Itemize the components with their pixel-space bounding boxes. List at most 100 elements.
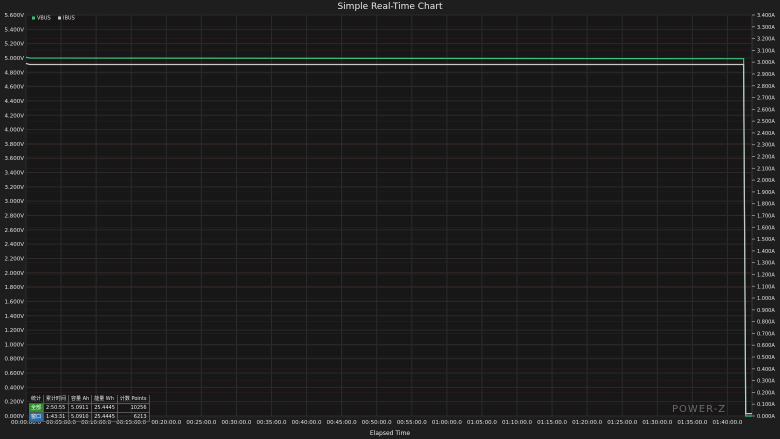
y-right-tick-label: 1.100A — [757, 284, 775, 290]
y-right-tick-label: 2.200A — [757, 155, 775, 161]
y-right-tick-label: 1.300A — [757, 261, 775, 267]
stats-cell: 5.0910 — [68, 412, 93, 422]
stats-header: 计数 Points — [117, 395, 150, 404]
stats-cell: 6213 — [117, 412, 150, 422]
x-axis-label: Elapsed Time — [370, 430, 410, 437]
y-left-tick-label: 2.600V — [4, 228, 24, 234]
y-left-tick-label: 2.800V — [4, 214, 24, 220]
y-right-tick-label: 1.900A — [757, 190, 775, 196]
y-right-tick-label: 1.200A — [757, 272, 775, 278]
y-right-tick-label: 2.000A — [757, 178, 775, 184]
x-tick-label: 01:30:00.0 — [642, 420, 672, 426]
y-left-tick-label: 3.200V — [4, 185, 24, 191]
y-left-tick-label: 3.600V — [4, 156, 24, 162]
y-right-tick-label: 2.400A — [757, 131, 775, 137]
y-left-tick-label: 4.200V — [4, 113, 24, 119]
y-left-tick-label: 5.400V — [4, 27, 24, 33]
stats-cell: 10256 — [117, 403, 150, 413]
y-left-tick-label: 0.600V — [4, 371, 24, 377]
y-right-tick-label: 1.600A — [757, 225, 775, 231]
x-tick-label: 00:50:00.0 — [362, 420, 392, 426]
y-left-tick-label: 1.400V — [4, 314, 24, 320]
y-right-tick-label: 2.900A — [757, 72, 775, 78]
y-left-tick-label: 0.400V — [4, 385, 24, 391]
y-left-tick-label: 1.200V — [4, 328, 24, 334]
chart: Simple Real-Time Chart 0.000V0.200V0.400… — [0, 0, 780, 439]
y-left-tick-label: 2.000V — [4, 271, 24, 277]
x-tick-label: 00:25:00.0 — [186, 420, 216, 426]
legend-label: VBUS — [37, 16, 51, 22]
y-right-tick-label: 3.300A — [757, 25, 775, 31]
x-tick-label: 00:40:00.0 — [292, 420, 322, 426]
y-right-tick-label: 1.500A — [757, 237, 775, 243]
stats-cell: 25.4445 — [91, 403, 118, 413]
y-right-tick-label: 1.800A — [757, 202, 775, 208]
stats-cell: 2:50:55 — [43, 403, 70, 413]
y-left-tick-label: 1.000V — [4, 342, 24, 348]
x-tick-label: 01:00:00.0 — [432, 420, 462, 426]
y-right-tick-label: 0.200A — [757, 390, 775, 396]
stats-header: 能量 Wh — [91, 395, 118, 404]
y-left-tick-label: 4.000V — [4, 128, 24, 134]
y-right-tick-label: 3.100A — [757, 48, 775, 54]
y-right-tick-label: 3.400A — [757, 13, 775, 19]
y-left-tick-label: 4.800V — [4, 70, 24, 76]
y-left-tick-label: 5.200V — [4, 42, 24, 48]
y-left-tick-label: 2.200V — [4, 256, 24, 262]
power-z-logo: POWER-Z — [672, 404, 727, 415]
stats-header: 容量 Ah — [68, 395, 93, 404]
legend-swatch — [58, 16, 61, 20]
y-right-tick-label: 1.400A — [757, 249, 775, 255]
y-right-tick-label: 2.700A — [757, 96, 775, 102]
stats-row-label: 全部 — [29, 403, 44, 413]
y-left-tick-label: 1.800V — [4, 285, 24, 291]
stats-row: 窗口 1:43:31 5.0910 25.4445 6213 — [29, 412, 150, 422]
stats-row: 全部 2:50:55 5.0911 25.4445 10256 — [29, 403, 150, 413]
x-tick-label: 01:40:00.0 — [712, 420, 742, 426]
y-right-tick-label: 2.500A — [757, 119, 775, 125]
y-left-tick-label: 4.600V — [4, 85, 24, 91]
x-tick-label: 01:25:00.0 — [607, 420, 637, 426]
stats-table: 统计 累计时间 容量 Ah 能量 Wh 计数 Points 全部 2:50:55… — [29, 395, 150, 422]
y-right-tick-label: 0.700A — [757, 331, 775, 337]
y-left-tick-label: 4.400V — [4, 99, 24, 105]
y-left-tick-label: 1.600V — [4, 299, 24, 305]
y-right-tick-label: 2.100A — [757, 166, 775, 172]
y-right-tick-label: 2.600A — [757, 107, 775, 113]
x-tick-label: 00:30:00.0 — [221, 420, 251, 426]
stats-cell: 25.4445 — [91, 412, 118, 422]
x-tick-label: 01:20:00.0 — [572, 420, 602, 426]
x-tick-label: 00:20:00.0 — [151, 420, 181, 426]
y-right-tick-label: 0.000A — [757, 414, 775, 420]
x-tick-label: 01:10:00.0 — [502, 420, 532, 426]
y-right-tick-label: 2.800A — [757, 84, 775, 90]
stats-cell: 5.0911 — [68, 403, 93, 413]
legend-label: IBUS — [63, 16, 75, 22]
x-tick-label: 01:35:00.0 — [677, 420, 707, 426]
stats-cell: 1:43:31 — [43, 412, 70, 422]
y-left-tick-label: 3.400V — [4, 171, 24, 177]
y-right-tick-label: 0.900A — [757, 308, 775, 314]
chart-title: Simple Real-Time Chart — [337, 2, 443, 12]
y-left-tick-label: 3.800V — [4, 142, 24, 148]
y-right-tick-label: 1.700A — [757, 214, 775, 220]
y-right-tick-label: 3.000A — [757, 60, 775, 66]
y-right-tick-label: 0.300A — [757, 379, 775, 385]
y-right-tick-label: 2.300A — [757, 143, 775, 149]
stats-header: 统计 — [29, 395, 44, 404]
x-tick-label: 00:35:00.0 — [257, 420, 287, 426]
stats-header-row: 统计 累计时间 容量 Ah 能量 Wh 计数 Points — [29, 395, 150, 404]
y-left-tick-label: 3.000V — [4, 199, 24, 205]
legend-swatch — [32, 16, 35, 20]
y-left-tick-label: 5.600V — [4, 13, 24, 19]
x-tick-label: 01:05:00.0 — [467, 420, 497, 426]
y-right-tick-label: 0.500A — [757, 355, 775, 361]
x-tick-label: 00:45:00.0 — [327, 420, 357, 426]
y-right-tick-label: 3.200A — [757, 37, 775, 43]
x-tick-label: 00:55:00.0 — [397, 420, 427, 426]
y-left-tick-label: 0.200V — [4, 400, 24, 406]
x-tick-label: 01:15:00.0 — [537, 420, 567, 426]
y-left-tick-label: 5.000V — [4, 56, 24, 62]
y-right-tick-label: 0.800A — [757, 320, 775, 326]
y-right-tick-label: 1.000A — [757, 296, 775, 302]
